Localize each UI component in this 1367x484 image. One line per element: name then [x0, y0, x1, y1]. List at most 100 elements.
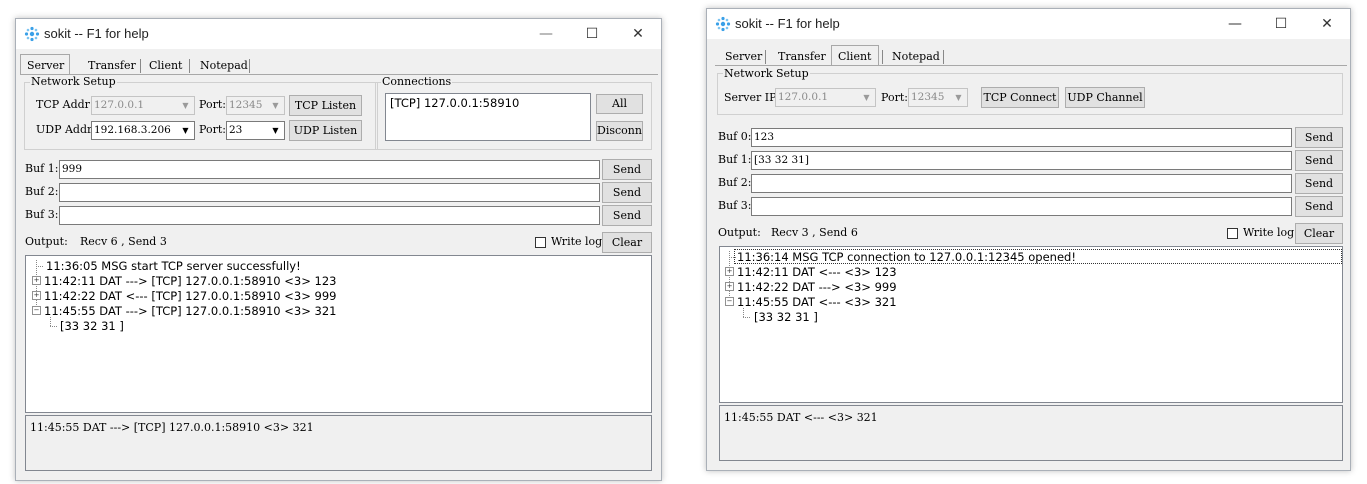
tcp-port-combo[interactable]: 12345 ▼: [226, 96, 285, 115]
tree-item-msg[interactable]: 11:36:14 MSG TCP connection to 127.0.0.1…: [737, 250, 1076, 264]
sokit-window-client: sokit -- F1 for help — ☐ ✕ Server Transf…: [706, 8, 1351, 471]
sokit-window-server: sokit -- F1 for help — ☐ ✕ Server Transf…: [15, 18, 662, 481]
collapse-icon[interactable]: −: [32, 306, 41, 315]
collapse-icon[interactable]: −: [725, 297, 734, 306]
tab-strip: Server Transfer Client Notepad: [20, 54, 420, 76]
tree-item-dat[interactable]: −11:45:55 DAT <--- <3> 321: [725, 295, 897, 309]
status-text: 11:45:55 DAT ---> [TCP] 127.0.0.1:58910 …: [30, 421, 314, 434]
output-tree[interactable]: 11:36:05 MSG start TCP server successful…: [25, 255, 652, 413]
tree-child-hex[interactable]: [33 32 31 ]: [60, 319, 124, 333]
buf-0-input[interactable]: 123: [751, 128, 1292, 147]
tcp-listen-button[interactable]: TCP Listen: [289, 95, 362, 116]
tcp-addr-value: 127.0.0.1: [94, 99, 145, 111]
buf-3-input[interactable]: [59, 206, 600, 225]
network-setup-label: Network Setup: [723, 67, 810, 80]
clear-button[interactable]: Clear: [1295, 223, 1343, 244]
buf-3-input[interactable]: [751, 197, 1292, 216]
tree-child-hex[interactable]: [33 32 31 ]: [754, 310, 818, 324]
buf-1-send-button[interactable]: Send: [1295, 150, 1343, 171]
window-title: sokit -- F1 for help: [735, 16, 840, 31]
port-value: 12345: [911, 91, 945, 103]
tab-panel-border: [20, 74, 658, 75]
udp-port-combo[interactable]: 23 ▼: [226, 121, 285, 140]
tree-item-msg[interactable]: 11:36:05 MSG start TCP server successful…: [46, 259, 301, 273]
buf-3-send-button[interactable]: Send: [602, 205, 652, 226]
sokit-app-icon: [24, 26, 40, 42]
dropdown-arrow-icon: ▼: [182, 101, 189, 110]
server-ip-value: 127.0.0.1: [778, 91, 829, 103]
buf-3-label: Buf 3:: [25, 208, 59, 221]
buf-3-send-button[interactable]: Send: [1295, 196, 1343, 217]
tree-item-dat[interactable]: +11:42:22 DAT <--- [TCP] 127.0.0.1:58910…: [32, 289, 336, 303]
tab-client[interactable]: Client: [143, 56, 188, 75]
expand-icon[interactable]: +: [725, 267, 734, 276]
write-log-label: Write log: [1243, 226, 1295, 239]
server-ip-combo[interactable]: 127.0.0.1 ▼: [775, 88, 876, 107]
buf-3-label: Buf 3:: [718, 199, 752, 212]
minimize-button[interactable]: —: [1212, 9, 1258, 39]
expand-icon[interactable]: +: [32, 276, 41, 285]
tree-connector: [50, 326, 57, 327]
close-button[interactable]: ✕: [615, 19, 661, 49]
udp-channel-button[interactable]: UDP Channel: [1065, 87, 1145, 108]
tcp-addr-label: TCP Addr:: [36, 98, 94, 111]
tab-server[interactable]: Server: [20, 54, 70, 75]
buf-1-label: Buf 1:: [25, 162, 59, 175]
output-tree[interactable]: 11:36:14 MSG TCP connection to 127.0.0.1…: [719, 246, 1343, 403]
close-button[interactable]: ✕: [1304, 9, 1350, 39]
tab-notepad[interactable]: Notepad: [886, 47, 946, 66]
sokit-app-icon: [715, 16, 731, 32]
server-ip-label: Server IP:: [724, 91, 780, 104]
buf-2-input[interactable]: [751, 174, 1292, 193]
maximize-button[interactable]: ☐: [569, 19, 615, 49]
tab-transfer[interactable]: Transfer: [772, 47, 832, 66]
window-title: sokit -- F1 for help: [44, 26, 149, 41]
minimize-button[interactable]: —: [523, 19, 569, 49]
disconn-button[interactable]: Disconn: [596, 121, 643, 141]
port-combo[interactable]: 12345 ▼: [908, 88, 968, 107]
tab-client[interactable]: Client: [831, 45, 879, 66]
title-bar[interactable]: sokit -- F1 for help — ☐ ✕: [16, 19, 661, 49]
buf-2-input[interactable]: [59, 183, 600, 202]
tcp-connect-button[interactable]: TCP Connect: [981, 87, 1059, 108]
buf-1-send-button[interactable]: Send: [602, 159, 652, 180]
buf-1-label: Buf 1:: [718, 153, 752, 166]
tab-strip: Server Transfer Client Notepad: [719, 45, 1119, 67]
title-bar[interactable]: sokit -- F1 for help — ☐ ✕: [707, 9, 1350, 39]
tree-item-dat[interactable]: +11:42:11 DAT <--- <3> 123: [725, 265, 897, 279]
tab-notepad[interactable]: Notepad: [194, 56, 254, 75]
network-setup-label: Network Setup: [30, 75, 117, 88]
tcp-addr-combo[interactable]: 127.0.0.1 ▼: [91, 96, 195, 115]
clear-button[interactable]: Clear: [602, 232, 652, 253]
tab-transfer[interactable]: Transfer: [82, 56, 142, 75]
status-box: 11:45:55 DAT ---> [TCP] 127.0.0.1:58910 …: [25, 415, 652, 471]
tree-item-dat[interactable]: +11:42:22 DAT ---> <3> 999: [725, 280, 897, 294]
output-label: Output:: [25, 235, 68, 248]
write-log-checkbox[interactable]: [535, 237, 546, 248]
write-log-checkbox[interactable]: [1227, 228, 1238, 239]
tab-server[interactable]: Server: [719, 47, 768, 66]
maximize-button[interactable]: ☐: [1258, 9, 1304, 39]
tab-separator: [140, 59, 141, 73]
expand-icon[interactable]: +: [32, 291, 41, 300]
udp-addr-combo[interactable]: 192.168.3.206 ▼: [91, 121, 195, 140]
buf-1-input[interactable]: 999: [59, 160, 600, 179]
connection-item[interactable]: [TCP] 127.0.0.1:58910: [390, 96, 519, 110]
tcp-port-label: Port:: [199, 98, 226, 111]
tree-item-dat[interactable]: +11:42:11 DAT ---> [TCP] 127.0.0.1:58910…: [32, 274, 336, 288]
expand-icon[interactable]: +: [725, 282, 734, 291]
buf-2-send-button[interactable]: Send: [1295, 173, 1343, 194]
dropdown-arrow-icon: ▼: [955, 93, 962, 102]
tree-item-dat[interactable]: −11:45:55 DAT ---> [TCP] 127.0.0.1:58910…: [32, 304, 336, 318]
all-button[interactable]: All: [596, 94, 643, 114]
output-stats: Recv 6 , Send 3: [80, 235, 167, 248]
tree-connector: [743, 308, 744, 317]
buf-1-input[interactable]: [33 32 31]: [751, 151, 1292, 170]
dropdown-arrow-icon: ▼: [272, 126, 279, 135]
buf-2-send-button[interactable]: Send: [602, 182, 652, 203]
buf-0-send-button[interactable]: Send: [1295, 127, 1343, 148]
tree-connector: [729, 257, 736, 258]
output-stats: Recv 3 , Send 6: [771, 226, 858, 239]
connections-list[interactable]: [TCP] 127.0.0.1:58910: [385, 93, 591, 141]
udp-listen-button[interactable]: UDP Listen: [289, 120, 362, 141]
